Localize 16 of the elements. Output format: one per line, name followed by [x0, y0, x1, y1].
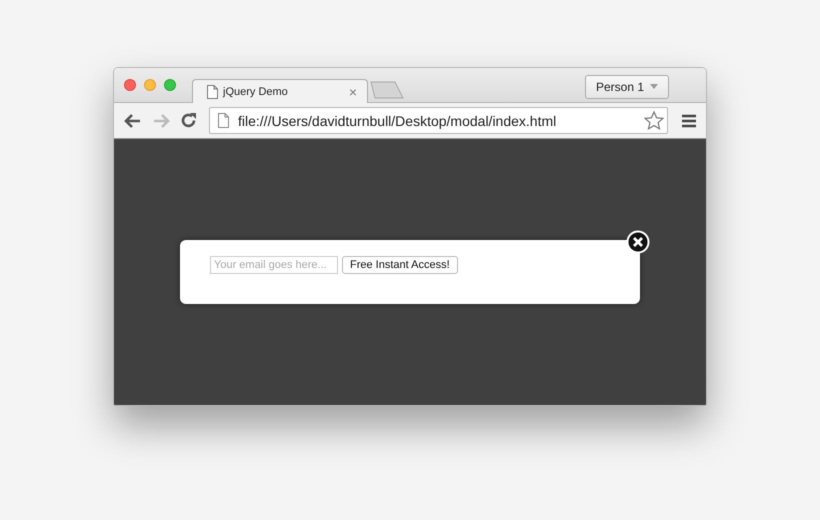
profile-button[interactable]: Person 1 — [584, 74, 669, 98]
back-arrow-icon[interactable] — [124, 112, 142, 128]
caret-icon — [650, 84, 658, 89]
browser-tab[interactable]: jQuery Demo × — [192, 79, 368, 103]
menu-icon[interactable] — [682, 114, 696, 128]
star-icon[interactable] — [644, 111, 664, 130]
email-field[interactable]: Your email goes here... — [210, 256, 338, 274]
address-bar[interactable]: file:///Users/davidturnbull/Desktop/modal/index.html — [209, 107, 668, 134]
close-window-icon[interactable] — [124, 79, 136, 91]
tab-close-button[interactable]: × — [348, 84, 357, 100]
document-icon — [207, 84, 218, 98]
zoom-window-icon[interactable] — [164, 79, 176, 91]
reload-icon[interactable] — [180, 112, 197, 129]
access-button[interactable]: Free Instant Access! — [342, 256, 458, 274]
document-icon — [218, 113, 229, 128]
close-icon[interactable] — [626, 230, 650, 254]
